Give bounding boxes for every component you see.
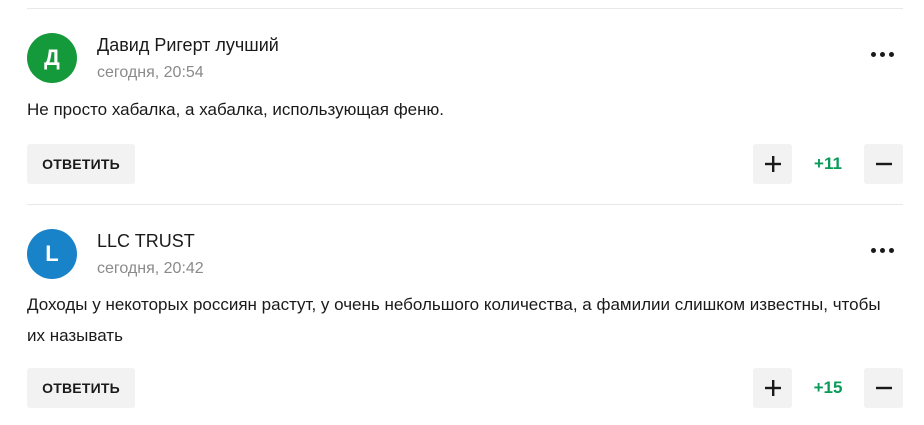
vote-score: +15 bbox=[813, 378, 843, 397]
comment-author[interactable]: LLC TRUST bbox=[97, 231, 195, 252]
plus-icon bbox=[764, 380, 781, 396]
reply-button[interactable]: ОТВЕТИТЬ bbox=[27, 368, 135, 408]
more-options-button[interactable] bbox=[864, 238, 900, 262]
avatar[interactable]: L bbox=[27, 229, 77, 279]
minus-icon bbox=[875, 386, 892, 390]
comment-item: L LLC TRUST сегодня, 20:42 Доходы у неко… bbox=[0, 0, 924, 425]
downvote-button[interactable] bbox=[864, 368, 903, 408]
more-horizontal-icon bbox=[870, 247, 876, 253]
comment-text: Доходы у некоторых россиян растут, у оче… bbox=[27, 295, 881, 345]
avatar-letter: L bbox=[45, 241, 59, 266]
comment-time: сегодня, 20:42 bbox=[97, 260, 204, 277]
upvote-button[interactable] bbox=[753, 368, 792, 408]
